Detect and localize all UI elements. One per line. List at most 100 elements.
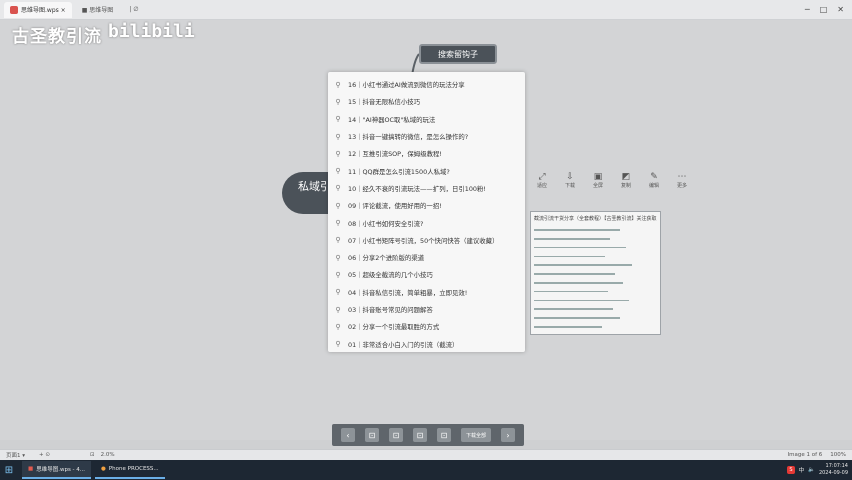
third-tab-label: | ∅ (129, 6, 139, 13)
more-label: 更多 (676, 183, 687, 189)
taskbar-item-wps[interactable]: ■ 思维导图.wps - 4... (22, 461, 92, 479)
list-item[interactable]: ⚲ 10｜经久不衰的引流玩法——扩列，日引100粉! (334, 180, 519, 197)
tray-app-icon[interactable]: S (787, 466, 795, 474)
list-item-label: 07｜小红书矩阵号引流，50个快问快答（建议收藏） (348, 236, 499, 245)
zoom-out-button[interactable]: ⊡ (365, 428, 379, 442)
download-all-button[interactable]: 下载全部 (461, 428, 491, 442)
windows-start-icon[interactable]: ⊞ (0, 460, 18, 480)
preview-line (534, 308, 613, 310)
list-item[interactable]: ⚲ 09｜评论截流，使用好用的一招! (334, 197, 519, 214)
list-item-label: 16｜小红书通过AI做流到微信的玩法分享 (348, 81, 465, 90)
list-item[interactable]: ⚲ 07｜小红书矩阵号引流，50个快问快答（建议收藏） (334, 232, 519, 249)
maximize-icon[interactable]: □ (820, 5, 828, 14)
preview-line (534, 299, 629, 302)
status-icon[interactable]: ⊡ (90, 452, 95, 458)
copy-icon: ◩ (621, 172, 631, 182)
status-zoom-text: 2.0% (100, 452, 115, 458)
system-tray: S 中 🔈 17:07:14 2024-09-09 (787, 463, 852, 477)
preview-title: 截流引流干货分享（全套教程）【古圣教引流】关注获取 (534, 216, 657, 222)
edit-button[interactable]: ✎ 编辑 (644, 172, 664, 189)
document-icon (10, 5, 18, 14)
list-item-label: 12｜互推引流SOP，保姆级教程! (348, 150, 442, 159)
list-item[interactable]: ⚲ 03｜抖音账号常见的问题解答 (334, 301, 519, 318)
link-icon: ⚲ (335, 201, 341, 210)
preview-line (534, 326, 602, 328)
preview-line (534, 317, 621, 319)
list-item[interactable]: ⚲ 14｜"AI神器OC取"私域的玩法 (334, 111, 519, 128)
link-icon: ⚲ (335, 167, 341, 176)
preview-line (534, 282, 623, 284)
list-item-label: 13｜抖音一键搞转的微信，是怎么操作的? (348, 133, 469, 142)
list-item[interactable]: ⚲ 02｜分享一个引流最取胜的方式 (334, 318, 519, 335)
more-button[interactable]: ⋯ 更多 (672, 172, 692, 189)
list-item-label: 06｜分享2个进阶版的渠道 (348, 254, 425, 263)
link-icon: ⚲ (335, 322, 341, 331)
document-tab[interactable]: 思维导图.wps × (4, 1, 72, 18)
volume-icon[interactable]: 🔈 (808, 467, 815, 473)
list-item-label: 11｜QQ群是怎么引流1500人私域? (348, 167, 450, 176)
close-icon[interactable]: ✕ (837, 5, 844, 14)
rotate-button[interactable]: ⊡ (413, 428, 427, 442)
preview-line (534, 290, 608, 293)
preview-line (534, 273, 616, 275)
second-tab[interactable]: ■ 思维导图 (76, 2, 120, 18)
prev-button[interactable]: ‹ (341, 428, 355, 442)
next-button[interactable]: › (501, 428, 515, 442)
watermark-text: 古圣教引流 (12, 27, 102, 47)
status-tools[interactable]: + ⊙ (39, 452, 50, 458)
list-item-label: 02｜分享一个引流最取胜的方式 (348, 323, 440, 332)
print-button[interactable]: ⊡ (437, 428, 451, 442)
list-item[interactable]: ⚲ 06｜分享2个进阶版的渠道 (334, 249, 519, 266)
topic-list-panel: ⚲ 16｜小红书通过AI做流到微信的玩法分享 ⚲ 15｜抖音无限私信小技巧 ⚲ 14｜… (328, 72, 525, 352)
list-item-label: 09｜评论截流，使用好用的一招! (348, 202, 442, 211)
fit-button[interactable]: ⤢ 适应 (532, 172, 552, 189)
list-item[interactable]: ⚲ 11｜QQ群是怎么引流1500人私域? (334, 162, 519, 179)
link-icon: ⚲ (335, 80, 341, 89)
link-icon: ⚲ (335, 149, 341, 158)
list-item[interactable]: ⚲ 01｜非常适合小白入门的引流（截流） (334, 335, 519, 352)
clock-date: 2024-09-09 (818, 470, 848, 476)
link-icon: ⚲ (335, 219, 341, 228)
fullscreen-button[interactable]: ▣ 全屏 (588, 172, 608, 189)
link-icon: ⚲ (335, 253, 341, 262)
list-item-label: 01｜非常适合小白入门的引流（截流） (348, 340, 459, 349)
image-preview[interactable]: 截流引流干货分享（全套教程）【古圣教引流】关注获取 (530, 211, 661, 335)
copy-button[interactable]: ◩ 复制 (616, 172, 636, 189)
third-tab[interactable]: | ∅ (123, 2, 144, 18)
copy-label: 复制 (620, 183, 631, 189)
download-icon: ⇩ (566, 172, 574, 182)
edit-label: 编辑 (648, 183, 659, 189)
zoom-level[interactable]: 100% (830, 452, 846, 458)
fullscreen-icon: ▣ (593, 172, 603, 182)
second-tab-label: ■ 思维导图 (81, 7, 114, 14)
download-button[interactable]: ⇩ 下载 (560, 172, 580, 189)
preview-line (534, 238, 611, 240)
link-icon: ⚲ (335, 305, 341, 314)
taskbar: ⊞ ■ 思维导图.wps - 4... ● Phone PROCESS... S… (0, 460, 852, 480)
list-item-label: 10｜经久不衰的引流玩法——扩列，日引100粉! (348, 184, 486, 193)
list-item[interactable]: ⚲ 16｜小红书通过AI做流到微信的玩法分享 (334, 76, 519, 93)
list-item-label: 04｜抖音私信引流，简单粗暴，立即见效! (348, 288, 468, 297)
list-item[interactable]: ⚲ 04｜抖音私信引流，简单粗暴，立即见效! (334, 284, 519, 301)
fullscreen-label: 全屏 (592, 183, 603, 189)
title-bar: 思维导图.wps × ■ 思维导图 | ∅ ─ □ ✕ (0, 0, 852, 20)
list-item[interactable]: ⚲ 15｜抖音无限私信小技巧 (334, 93, 519, 110)
preview-line (534, 246, 627, 249)
clock[interactable]: 17:07:14 2024-09-09 (819, 463, 848, 477)
link-icon: ⚲ (335, 132, 341, 141)
document-tab-label: 思维导图.wps × (21, 7, 66, 14)
image-toolbar: ⤢ 适应 ⇩ 下载 ▣ 全屏 ◩ 复制 ✎ 编辑 ⋯ 更多 (532, 172, 692, 189)
ime-indicator[interactable]: 中 (799, 466, 805, 474)
list-item[interactable]: ⚲ 08｜小红书如何安全引流? (334, 214, 519, 231)
branch-node[interactable]: 搜索留钩子 (419, 44, 497, 64)
list-item[interactable]: ⚲ 05｜超级全截流的几个小技巧 (334, 266, 519, 283)
minimize-icon[interactable]: ─ (805, 5, 810, 14)
list-item[interactable]: ⚲ 12｜互推引流SOP，保姆级教程! (334, 145, 519, 162)
phone-icon: ● (101, 466, 106, 472)
list-item[interactable]: ⚲ 13｜抖音一键搞转的微信，是怎么操作的? (334, 128, 519, 145)
zoom-in-button[interactable]: ⊡ (389, 428, 403, 442)
page-selector[interactable]: 页面1 ▾ (6, 451, 25, 459)
taskbar-item-phone[interactable]: ● Phone PROCESS... (95, 461, 165, 479)
clock-time: 17:07:14 (825, 463, 848, 469)
wps-icon: ■ (28, 466, 34, 472)
